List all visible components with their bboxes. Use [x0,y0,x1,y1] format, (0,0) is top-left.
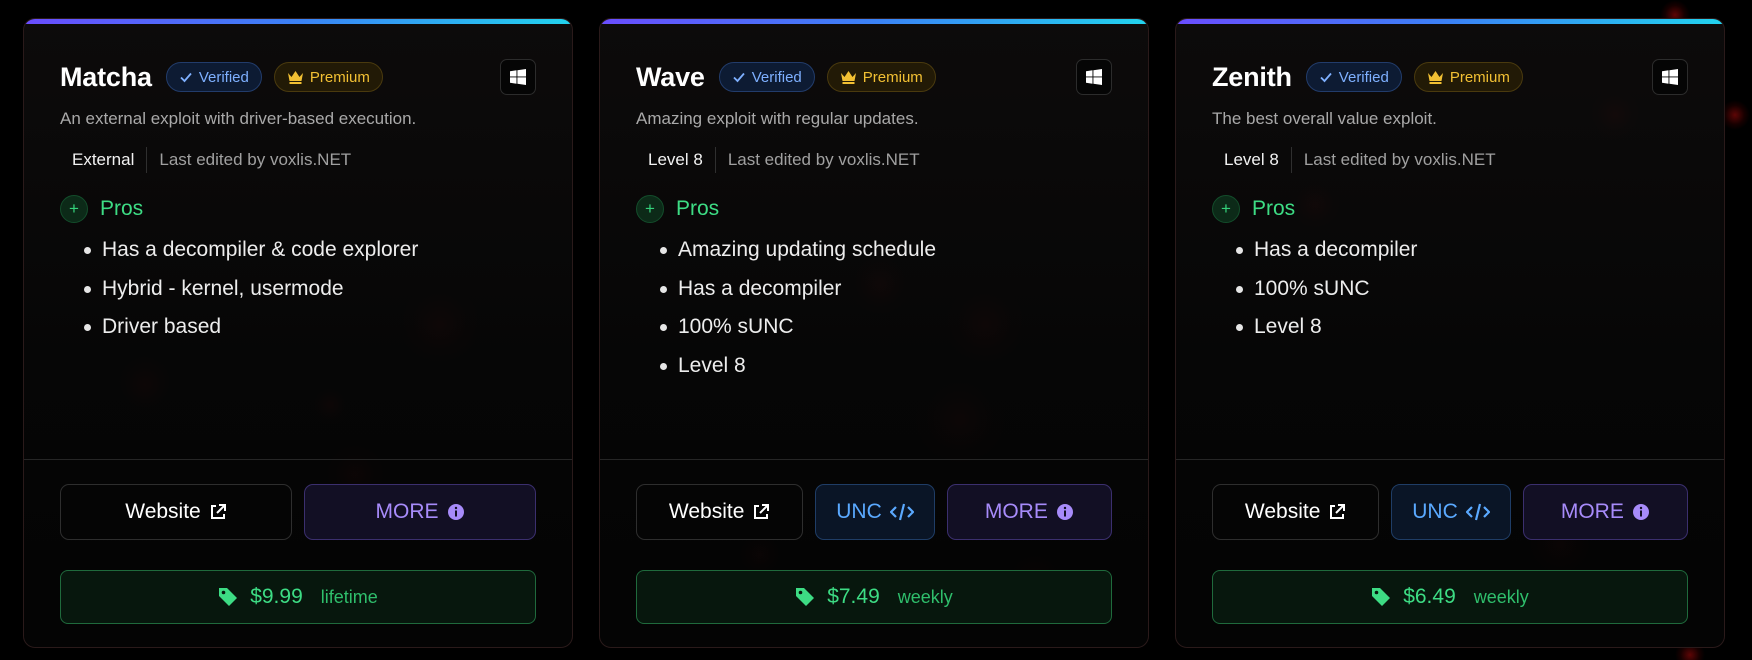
pros-item: Amazing updating schedule [636,231,1112,270]
pros-item: Driver based [60,308,536,347]
pros-item: Level 8 [1212,308,1688,347]
product-title: Matcha [60,61,152,92]
divider [1290,147,1292,173]
more-button[interactable]: MORE [946,484,1112,540]
product-card-zenith: Zenith Verified Premium The best overall… [1175,18,1725,648]
price-tag-icon [1372,588,1391,606]
verified-badge: Verified [718,62,815,92]
website-button[interactable]: Website [636,484,804,540]
crown-icon [1427,71,1443,84]
website-button[interactable]: Website [1212,484,1380,540]
unc-label: UNC [836,500,882,523]
info-icon [447,504,464,520]
website-label: Website [125,500,201,523]
pros-item: Hybrid - kernel, usermode [60,270,536,309]
windows-os-badge [1076,59,1112,95]
verified-label: Verified [751,68,802,86]
pros-list: Has a decompiler & code explorer Hybrid … [60,231,536,347]
price-value: $7.49 [827,585,880,608]
pros-item: Has a decompiler & code explorer [60,231,536,270]
plus-icon: + [636,195,664,223]
verified-badge: Verified [1305,62,1402,92]
pros-item: 100% sUNC [636,308,1112,347]
product-tag: External [72,150,135,169]
product-description: Amazing exploit with regular updates. [636,109,919,128]
price-period: lifetime [320,586,378,607]
website-label: Website [1244,500,1321,523]
price-bar[interactable]: $7.49 weekly [636,570,1112,624]
more-button[interactable]: MORE [304,484,536,540]
crown-icon [840,71,856,84]
check-icon [733,72,745,83]
pros-list: Has a decompiler 100% sUNC Level 8 [1212,231,1688,347]
more-button[interactable]: MORE [1522,484,1688,540]
plus-icon: + [1212,195,1240,223]
unc-button[interactable]: UNC [1391,484,1511,540]
product-description: An external exploit with driver-based ex… [60,109,417,128]
pros-item: 100% sUNC [1212,270,1688,309]
verified-badge: Verified [165,62,262,92]
check-icon [180,72,192,83]
last-edited: Last edited by voxlis.NET [727,150,920,169]
verified-label: Verified [1338,68,1389,86]
price-value: $9.99 [250,585,303,608]
premium-label: Premium [309,68,370,86]
premium-label: Premium [1449,68,1510,86]
pros-heading: Pros [1252,197,1296,220]
last-edited: Last edited by voxlis.NET [1303,150,1496,169]
more-label: MORE [375,500,439,523]
premium-badge: Premium [1413,62,1523,92]
plus-icon: + [60,195,88,223]
product-title: Wave [636,61,705,92]
windows-os-badge [1652,59,1688,95]
external-link-icon [1330,504,1346,519]
premium-badge: Premium [273,62,383,92]
external-link-icon [754,504,770,519]
windows-icon [1086,69,1102,85]
last-edited: Last edited by voxlis.NET [159,150,352,169]
windows-icon [510,69,526,85]
pros-list: Amazing updating schedule Has a decompil… [636,231,1112,385]
price-period: weekly [897,586,953,607]
price-tag-icon [796,588,815,606]
windows-icon [1662,69,1678,85]
crown-icon [287,71,303,84]
website-label: Website [668,500,745,523]
divider [714,147,716,173]
code-icon [1465,503,1490,521]
pros-item: Level 8 [636,347,1112,386]
product-card-wave: Wave Verified Premium Amazing exploit wi… [599,18,1149,648]
verified-label: Verified [198,68,249,86]
pros-item: Has a decompiler [636,270,1112,309]
price-bar[interactable]: $6.49 weekly [1212,570,1688,624]
price-tag-icon [219,588,238,606]
website-button[interactable]: Website [60,484,292,540]
product-card-matcha: Matcha Verified Premium An external expl… [23,18,573,648]
unc-label: UNC [1412,500,1458,523]
premium-badge: Premium [826,62,936,92]
price-bar[interactable]: $9.99 lifetime [60,570,536,624]
pros-item: Has a decompiler [1212,231,1688,270]
more-label: MORE [984,500,1048,523]
pros-heading: Pros [100,197,144,220]
product-title: Zenith [1212,61,1292,92]
windows-os-badge [500,59,536,95]
product-tag: Level 8 [648,150,703,169]
price-value: $6.49 [1403,585,1456,608]
unc-button[interactable]: UNC [815,484,935,540]
product-tag: Level 8 [1224,150,1279,169]
info-icon [1632,504,1649,520]
premium-label: Premium [862,68,923,86]
price-period: weekly [1473,586,1529,607]
info-icon [1056,504,1073,520]
product-description: The best overall value exploit. [1212,109,1437,128]
more-label: MORE [1560,500,1624,523]
external-link-icon [210,504,226,519]
pros-heading: Pros [676,197,720,220]
check-icon [1320,72,1332,83]
code-icon [889,503,914,521]
divider [146,147,148,173]
